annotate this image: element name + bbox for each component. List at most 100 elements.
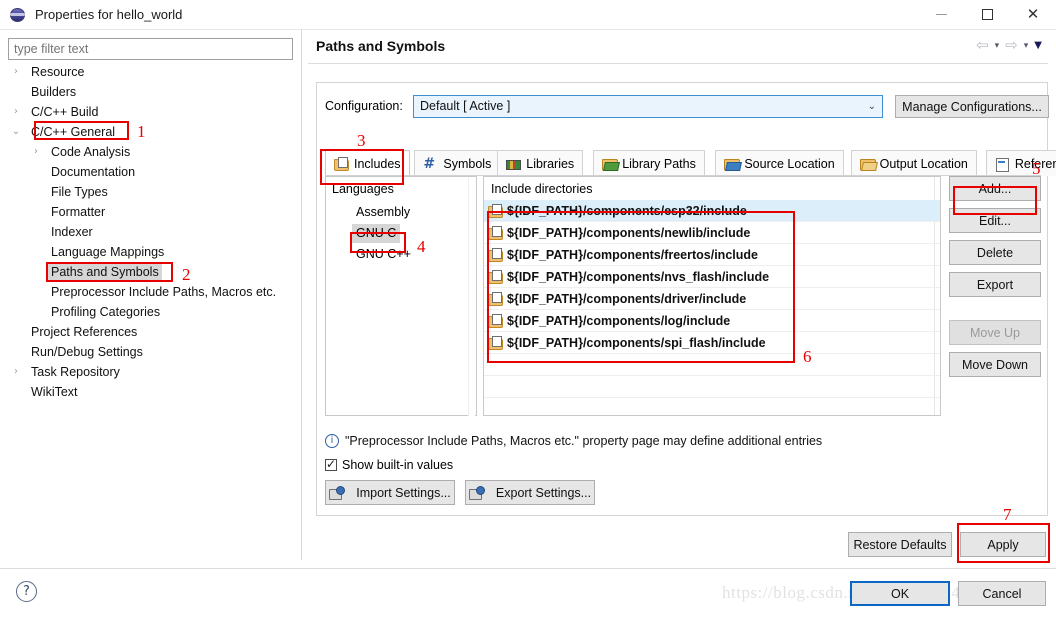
manage-configurations-button[interactable]: Manage Configurations... [895,95,1049,118]
cancel-button[interactable]: Cancel [958,581,1046,606]
page-header: Paths and Symbols ⇦ ▾ ⇨ ▾ ▼ [308,34,1048,62]
edit-button[interactable]: Edit... [949,208,1041,233]
panel-divider [301,30,302,560]
folder-path-icon [488,203,503,218]
tab-includes[interactable]: Includes [325,150,410,176]
tree-item-indexer[interactable]: Indexer [0,222,300,242]
languages-scrollbar[interactable] [468,178,475,416]
chevron-right-icon[interactable]: › [10,362,22,382]
include-path-row[interactable]: ${IDF_PATH}/components/spi_flash/include [484,332,940,354]
page-menu-icon[interactable]: ▼ [1034,40,1042,51]
include-path-row[interactable]: ${IDF_PATH}/components/log/include [484,310,940,332]
include-path-text: ${IDF_PATH}/components/newlib/include [507,225,751,240]
tree-item-code-analysis[interactable]: › Code Analysis [0,142,300,162]
tab-bar[interactable]: Includes # Symbols Libraries Library Paths So… [325,150,1056,176]
close-button[interactable]: ✕ [1010,0,1056,29]
tree-item-resource[interactable]: › Resource [0,62,300,82]
add-button[interactable]: Add... [949,176,1041,201]
language-item-gnu-c[interactable]: GNU C++ [352,245,415,264]
info-row: i "Preprocessor Include Paths, Macros et… [325,431,1041,451]
tree-item-project-references[interactable]: Project References [0,322,300,342]
tree-item-formatter[interactable]: Formatter [0,202,300,222]
tree-item-preprocessor-include-paths-macros-etc[interactable]: Preprocessor Include Paths, Macros etc. [0,282,300,302]
tree-item-profiling-categories[interactable]: Profiling Categories [0,302,300,322]
language-item-gnu-c[interactable]: GNU C [352,224,401,243]
empty-list-row[interactable] [484,354,940,376]
import-settings-label: Import Settings... [356,485,451,500]
tree-item-paths-and-symbols[interactable]: Paths and Symbols [0,262,300,282]
apply-button[interactable]: Apply [960,532,1046,557]
tree-item-wikitext[interactable]: WikiText [0,382,300,402]
tree-item-label: WikiText [31,385,78,399]
tree-item-task-repository[interactable]: › Task Repository [0,362,300,382]
restore-defaults-button[interactable]: Restore Defaults [848,532,952,557]
export-settings-icon [468,485,485,500]
folder-yellow-icon [859,157,876,171]
include-path-row[interactable]: ${IDF_PATH}/components/driver/include [484,288,940,310]
empty-list-row[interactable] [484,398,940,415]
ok-button[interactable]: OK [850,581,950,606]
tree-item-label: Formatter [51,205,106,219]
include-path-row[interactable]: ${IDF_PATH}/components/freertos/include [484,244,940,266]
back-dropdown-icon[interactable]: ▾ [995,41,1000,51]
language-item-assembly[interactable]: Assembly [352,203,414,222]
chevron-right-icon[interactable]: › [10,102,22,122]
include-path-text: ${IDF_PATH}/components/driver/include [507,291,747,306]
forward-dropdown-icon[interactable]: ▾ [1024,41,1029,51]
tab-libraries[interactable]: Libraries [497,150,584,176]
tree-item-label: C/C++ General [31,125,116,139]
include-directories-list[interactable]: Include directories ${IDF_PATH}/componen… [483,176,941,416]
tree-item-c-c-build[interactable]: › C/C++ Build [0,102,300,122]
export-button[interactable]: Export [949,272,1041,297]
move-down-button[interactable]: Move Down [949,352,1041,377]
empty-list-row[interactable] [484,376,940,398]
title-bar: Properties for hello_world ✕ [0,0,1056,29]
languages-title: Languages [332,182,394,196]
maximize-button[interactable] [964,0,1010,29]
tab-symbols[interactable]: # Symbols [414,150,501,176]
filter-input[interactable] [8,38,293,60]
tree-item-label: Builders [31,85,77,99]
export-settings-label: Export Settings... [495,485,592,500]
chevron-right-icon[interactable]: › [10,62,22,82]
tab-source-location[interactable]: Source Location [715,150,844,176]
tab-output-location[interactable]: Output Location [850,150,977,176]
tree-scrollbar[interactable] [292,62,300,560]
page-title: Paths and Symbols [316,38,446,54]
import-settings-button[interactable]: Import Settings... [325,480,455,505]
minimize-button[interactable] [918,0,964,29]
settings-tree[interactable]: › Resource Builders › C/C++ Build ⌄ C/C++ Gene… [0,62,300,560]
tab-label: Libraries [526,156,575,171]
configuration-select[interactable]: Default [ Active ] ⌄ [413,95,883,118]
include-path-row[interactable]: ${IDF_PATH}/components/nvs_flash/include [484,266,940,288]
delete-button[interactable]: Delete [949,240,1041,265]
tree-item-builders[interactable]: Builders [0,82,300,102]
back-arrow-icon[interactable]: ⇦ [976,38,989,53]
tree-item-language-mappings[interactable]: Language Mappings [0,242,300,262]
include-path-row[interactable]: ${IDF_PATH}/components/newlib/include [484,222,940,244]
footer-divider [0,568,1056,569]
tree-item-c-c-general[interactable]: ⌄ C/C++ General [0,122,300,142]
forward-arrow-icon[interactable]: ⇨ [1005,38,1018,53]
chevron-right-icon[interactable]: › [30,142,42,162]
help-icon[interactable]: ? [16,581,37,602]
tab-references[interactable]: References [985,150,1056,176]
window-controls: ✕ [918,0,1056,29]
show-builtin-values-checkbox[interactable]: Show built-in values [325,457,453,472]
tree-item-file-types[interactable]: File Types [0,182,300,202]
tab-library-paths[interactable]: Library Paths [593,150,705,176]
folder-path-icon [488,291,503,306]
include-path-row[interactable]: ${IDF_PATH}/components/esp32/include [484,200,940,222]
tab-label: References [1014,156,1056,171]
tree-item-run-debug-settings[interactable]: Run/Debug Settings [0,342,300,362]
hash-icon: # [423,155,436,172]
configuration-value: Default [ Active ] [420,99,511,113]
chevron-down-icon[interactable]: ⌄ [10,122,22,142]
tree-item-label: C/C++ Build [31,105,99,119]
properties-dialog: Properties for hello_world ✕ › Resource Bu… [0,0,1056,622]
languages-panel[interactable]: Languages Assembly GNU C GNU C++ [325,176,477,416]
export-settings-button[interactable]: Export Settings... [465,480,595,505]
tab-label: Library Paths [622,156,696,171]
tree-item-documentation[interactable]: Documentation [0,162,300,182]
folder-blue-icon [724,157,741,171]
